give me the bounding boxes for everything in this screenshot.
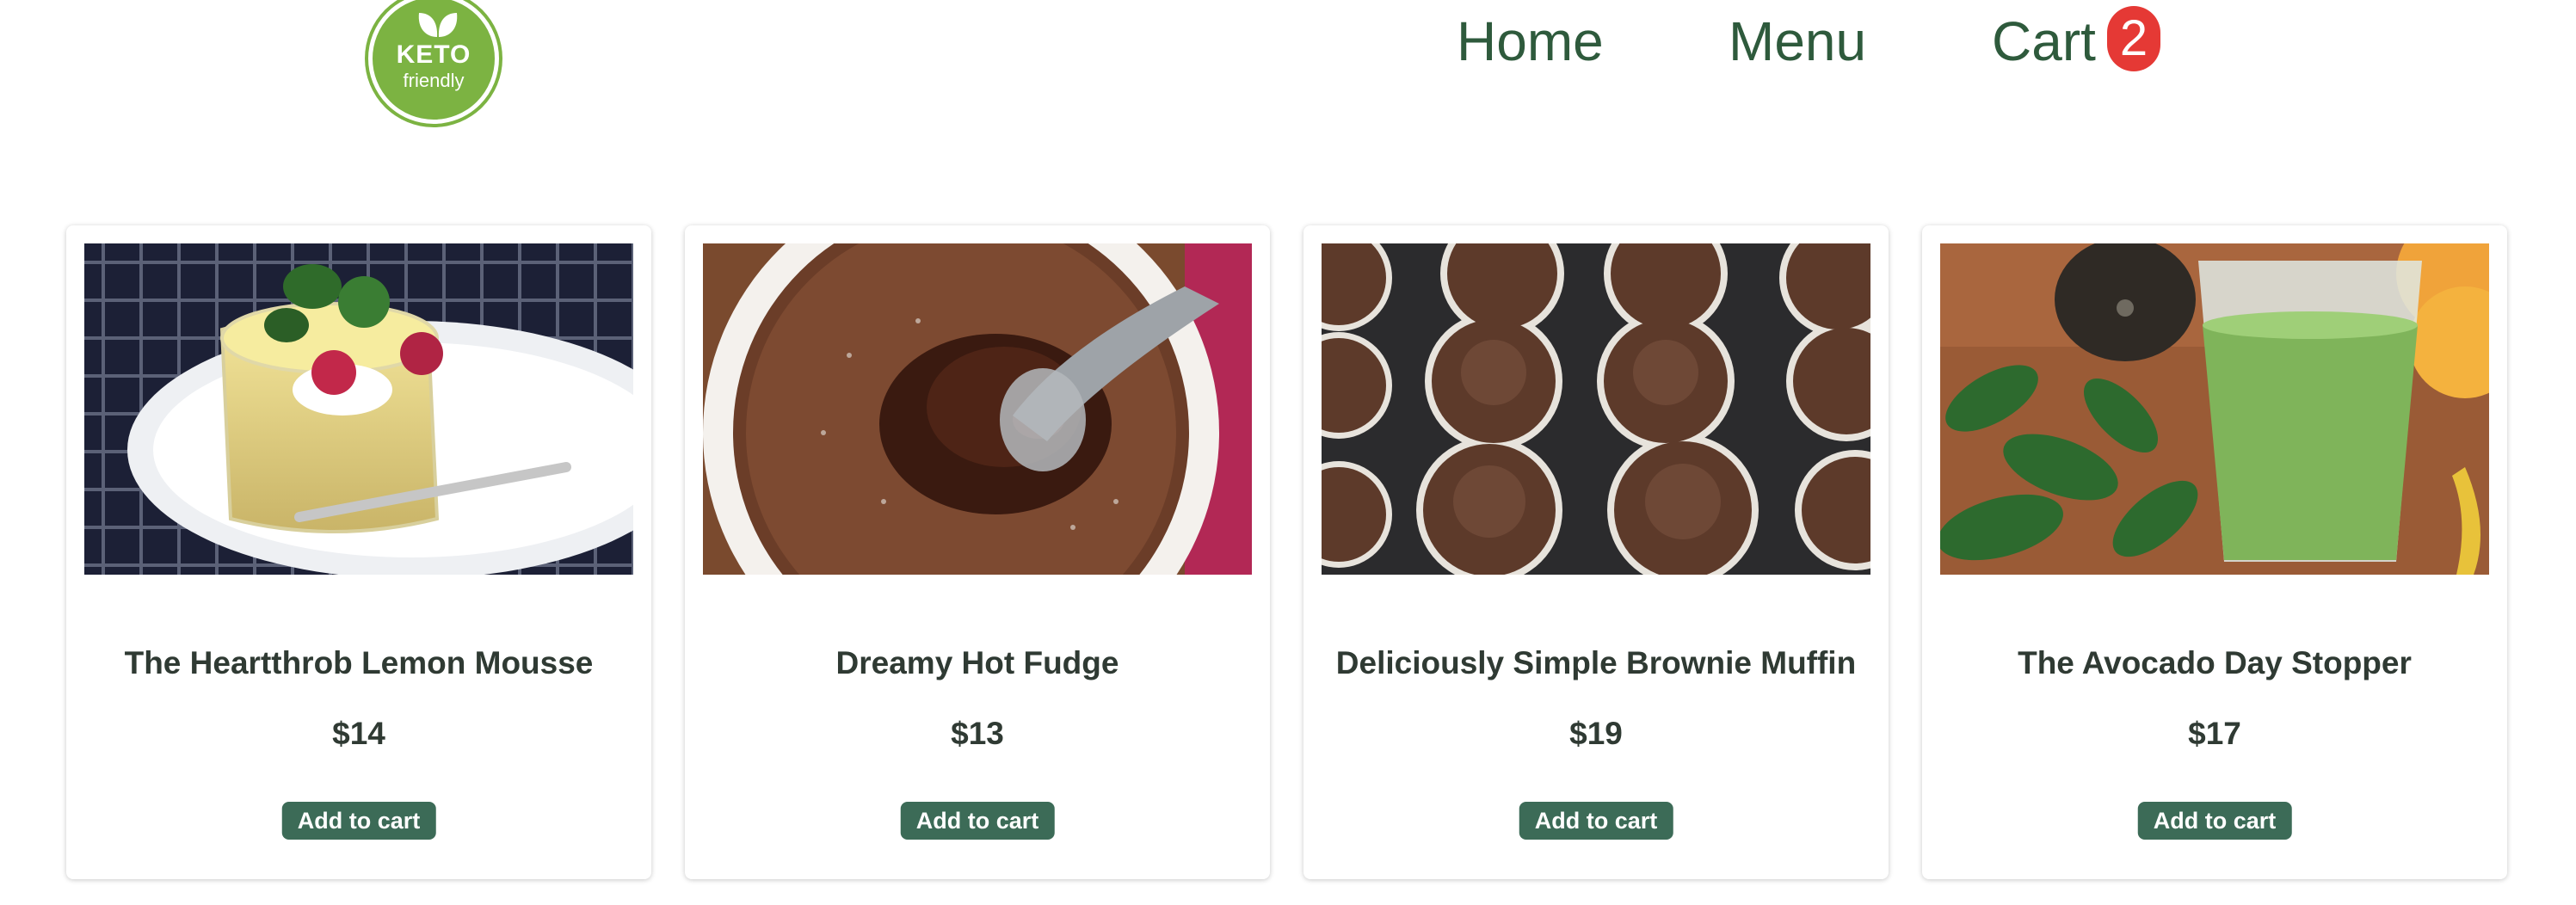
add-to-cart-button[interactable]: Add to cart [900, 802, 1055, 840]
add-to-cart-button[interactable]: Add to cart [2137, 802, 2292, 840]
product-title: Dreamy Hot Fudge [835, 645, 1119, 680]
product-price: $17 [2188, 716, 2241, 751]
nav-cart-link[interactable]: Cart [1992, 7, 2096, 76]
nav-menu-link[interactable]: Menu [1729, 7, 1866, 76]
leaf-icon [418, 13, 458, 37]
product-title: The Heartthrob Lemon Mousse [124, 645, 594, 680]
product-title: The Avocado Day Stopper [2018, 645, 2412, 680]
keto-friendly-logo[interactable]: KETO friendly [368, 0, 499, 124]
product-card: The Heartthrob Lemon Mousse $14 Add to c… [66, 225, 651, 879]
product-price: $14 [332, 716, 385, 751]
cart-count-badge[interactable]: 2 [2107, 6, 2160, 71]
add-to-cart-button[interactable]: Add to cart [1519, 802, 1673, 840]
nav-home-link[interactable]: Home [1457, 7, 1604, 76]
product-card: The Avocado Day Stopper $17 Add to cart [1922, 225, 2507, 879]
product-card: Dreamy Hot Fudge $13 Add to cart [685, 225, 1270, 879]
product-image-lemon-mousse[interactable] [84, 243, 633, 575]
product-image-brownie-muffin[interactable] [1322, 243, 1870, 575]
product-image-avocado-smoothie[interactable] [1940, 243, 2489, 575]
product-price: $19 [1569, 716, 1623, 751]
page: KETO friendly Home Menu Cart 2 The Heart… [0, 0, 2576, 905]
logo-text-keto: KETO [396, 40, 471, 69]
product-title: Deliciously Simple Brownie Muffin [1335, 645, 1857, 680]
product-image-hot-fudge[interactable] [703, 243, 1252, 575]
product-price: $13 [951, 716, 1004, 751]
product-card: Deliciously Simple Brownie Muffin $19 Ad… [1303, 225, 1889, 879]
logo-text-friendly: friendly [403, 70, 465, 91]
add-to-cart-button[interactable]: Add to cart [281, 802, 436, 840]
